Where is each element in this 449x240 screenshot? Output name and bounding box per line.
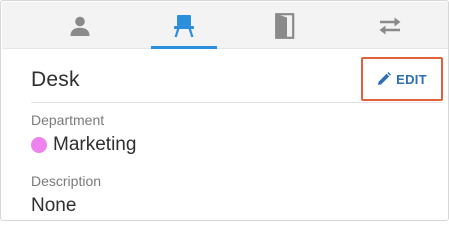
description-label: Description	[31, 173, 102, 189]
tab-desk[interactable]	[151, 2, 217, 49]
department-name: Marketing	[53, 134, 137, 155]
department-value: Marketing	[31, 134, 136, 156]
edit-label: EDIT	[396, 71, 427, 87]
tab-swap[interactable]	[357, 2, 423, 49]
desk-details-panel: Desk EDIT Department Marketing Descripti…	[0, 0, 449, 221]
active-tab-indicator	[151, 46, 217, 49]
edit-button[interactable]: EDIT	[361, 57, 443, 101]
door-icon	[275, 12, 295, 39]
title-divider	[31, 102, 443, 103]
department-color-dot	[31, 137, 47, 153]
department-label: Department	[31, 112, 105, 128]
person-icon	[70, 16, 90, 36]
description-value: None	[31, 195, 77, 216]
tab-bar	[2, 2, 448, 49]
swap-arrows-icon	[379, 17, 401, 34]
panel-title: Desk	[31, 68, 80, 91]
tab-person[interactable]	[47, 2, 113, 49]
tab-room[interactable]	[252, 2, 318, 49]
desk-icon	[174, 14, 194, 37]
pencil-icon	[378, 72, 392, 85]
